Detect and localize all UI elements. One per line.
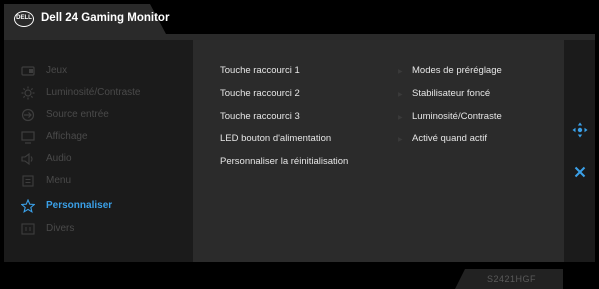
power-led-label[interactable]: LED bouton d'alimentation xyxy=(220,133,331,144)
shortcut-key-2-label[interactable]: Touche raccourci 2 xyxy=(220,88,300,99)
arrow-right-icon: ▶ xyxy=(398,137,403,143)
sidebar-item-luminosite[interactable]: Luminosité/Contraste xyxy=(4,82,193,104)
sidebar-item-menu[interactable]: Menu xyxy=(4,170,193,192)
speaker-icon xyxy=(21,152,35,166)
arrow-right-icon: ▶ xyxy=(398,115,403,121)
customize-reset-label[interactable]: Personnaliser la réinitialisation xyxy=(220,156,348,167)
power-led-value: Activé quand actif xyxy=(412,133,487,144)
shortcut-key-1-label[interactable]: Touche raccourci 1 xyxy=(220,65,300,76)
sidebar-item-personnaliser[interactable]: Personnaliser xyxy=(4,195,193,217)
monitor-icon xyxy=(21,130,35,144)
arrow-right-icon: ▶ xyxy=(398,69,403,75)
sidebar-item-audio[interactable]: Audio xyxy=(4,148,193,170)
brightness-icon xyxy=(21,86,35,100)
sidebar-item-label: Audio xyxy=(46,153,72,164)
star-icon xyxy=(21,199,35,213)
shortcut-key-1-value: Modes de préréglage xyxy=(412,65,502,76)
shortcut-key-3-label[interactable]: Touche raccourci 3 xyxy=(220,111,300,122)
sidebar-item-label: Luminosité/Contraste xyxy=(46,87,141,98)
sidebar-item-label: Personnaliser xyxy=(46,200,113,211)
arrow-right-icon: ▶ xyxy=(398,92,403,98)
sidebar-item-source[interactable]: Source entrée xyxy=(4,104,193,126)
sidebar-item-label: Jeux xyxy=(46,65,68,76)
sidebar-item-label: Affichage xyxy=(46,131,88,142)
model-number: S2421HGF xyxy=(487,274,537,284)
monitor-title: Dell 24 Gaming Monitor xyxy=(41,12,170,24)
menu-icon xyxy=(21,174,35,188)
sidebar-item-divers[interactable]: Divers xyxy=(4,218,193,240)
sidebar: Jeux Luminosité/Contraste Source entrée … xyxy=(4,40,193,262)
osd-footer: S2421HGF xyxy=(0,262,599,289)
input-source-icon xyxy=(21,108,35,122)
info-icon xyxy=(21,222,35,236)
sidebar-item-jeux[interactable]: Jeux xyxy=(4,60,193,82)
close-icon[interactable] xyxy=(574,165,586,178)
shortcut-key-3-value: Luminosité/Contraste xyxy=(412,111,502,122)
dell-logo: DELL xyxy=(14,11,34,27)
osd-panel: Jeux Luminosité/Contraste Source entrée … xyxy=(4,40,595,262)
sidebar-item-label: Divers xyxy=(46,223,75,234)
content-panel: Touche raccourci 1 ▶ Modes de préréglage… xyxy=(193,40,564,262)
navigate-icon[interactable] xyxy=(572,122,588,138)
osd-header: DELL Dell 24 Gaming Monitor xyxy=(0,0,599,34)
sidebar-item-affichage[interactable]: Affichage xyxy=(4,126,193,148)
sidebar-item-label: Source entrée xyxy=(46,109,109,120)
gamepad-icon xyxy=(21,64,35,78)
control-bar xyxy=(564,40,595,262)
sidebar-item-label: Menu xyxy=(46,175,72,186)
shortcut-key-2-value: Stabilisateur foncé xyxy=(412,88,491,99)
